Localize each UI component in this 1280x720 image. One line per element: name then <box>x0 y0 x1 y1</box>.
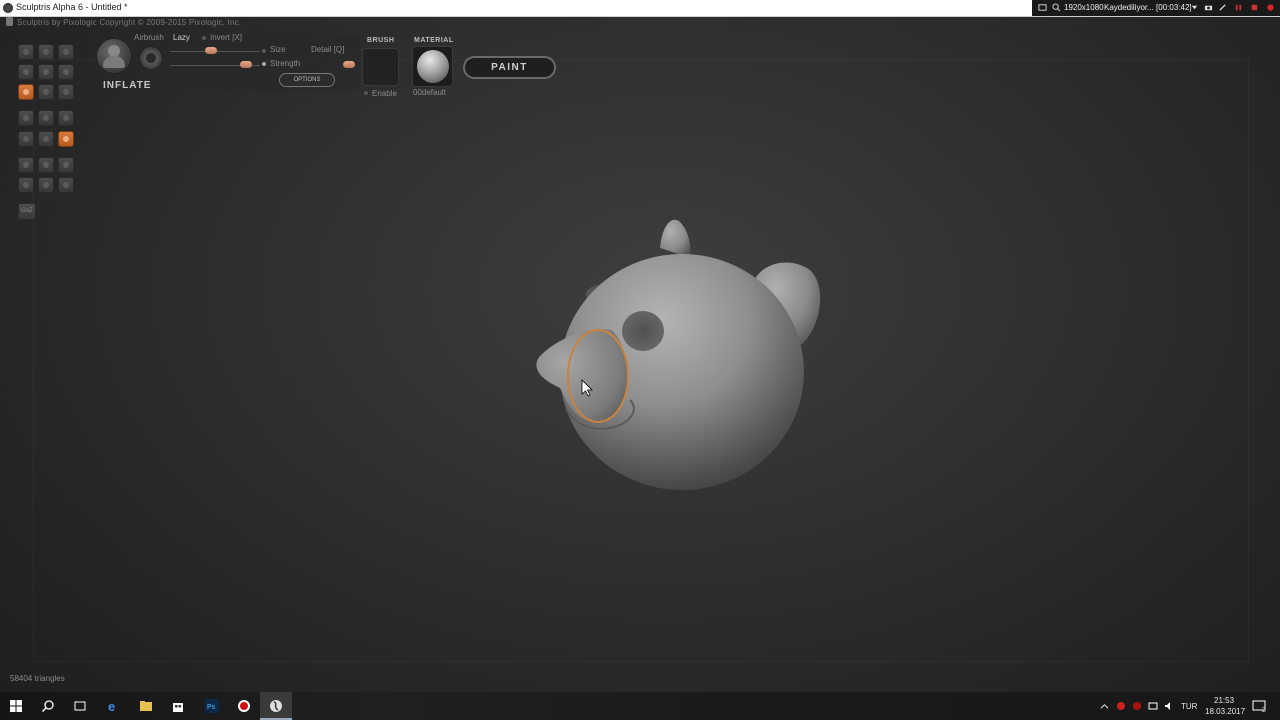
volume-icon[interactable] <box>1164 701 1174 711</box>
airbrush-toggle[interactable]: Airbrush <box>134 33 164 42</box>
draw-tool-icon[interactable] <box>18 44 34 60</box>
detail-label: Detail [Q] <box>311 45 345 54</box>
active-tool-name: INFLATE <box>103 80 152 91</box>
paint-button[interactable]: PAINT <box>463 56 556 79</box>
invert-label: Invert [X] <box>210 33 243 42</box>
smooth-tool-icon[interactable] <box>38 64 54 80</box>
edge-browser-icon: e <box>108 699 115 713</box>
brush-preview-avatar[interactable] <box>96 38 132 74</box>
plane-icon[interactable] <box>38 157 54 173</box>
options-button[interactable]: OPTIONS <box>279 73 335 87</box>
photoshop-taskbar-button[interactable]: Ps <box>196 692 228 720</box>
symmetry-icon[interactable] <box>58 131 74 147</box>
task-view-button[interactable] <box>64 692 96 720</box>
brush-texture-slot[interactable] <box>362 48 399 86</box>
store-taskbar-button[interactable] <box>162 692 194 720</box>
notification-count: 2 <box>1262 707 1266 714</box>
edge-taskbar-button[interactable]: e <box>98 692 130 720</box>
strength-label: Strength <box>270 59 301 68</box>
3d-viewport[interactable] <box>0 0 1280 720</box>
windows-logo-icon <box>10 700 22 712</box>
material-name: 00default <box>413 88 446 97</box>
subdivide-icon[interactable] <box>58 110 74 126</box>
windows-taskbar: e Ps TUR 21:53 18.03.2017 2 <box>0 692 1280 720</box>
enable-checkbox[interactable] <box>364 91 368 95</box>
tray-record-icon[interactable] <box>1116 701 1126 711</box>
file-explorer-taskbar-button[interactable] <box>130 692 162 720</box>
strength-radio[interactable] <box>262 62 266 66</box>
clock-time[interactable]: 21:53 <box>1214 696 1234 705</box>
invert-checkbox[interactable] <box>202 36 206 40</box>
chevron-up-icon[interactable] <box>1100 702 1109 711</box>
record-app-icon <box>238 700 250 712</box>
triangle-count: 58404 triangles <box>10 674 65 683</box>
detail-slider-knob[interactable] <box>343 61 355 68</box>
reduce-brush-icon[interactable] <box>18 110 34 126</box>
material-header: MATERIAL <box>414 37 454 44</box>
clock-date[interactable]: 18.03.2017 <box>1205 707 1245 716</box>
material-sphere-icon <box>417 50 449 83</box>
store-bag-icon <box>173 703 183 712</box>
start-button[interactable] <box>0 692 32 720</box>
photoshop-icon: Ps <box>205 699 219 713</box>
network-icon[interactable] <box>1148 701 1158 711</box>
sculpted-head-model[interactable] <box>536 219 821 490</box>
recorder-taskbar-button[interactable] <box>228 692 260 720</box>
svg-text:Ps: Ps <box>207 704 216 711</box>
search-icon <box>41 700 54 713</box>
folder-icon <box>140 701 152 711</box>
svg-text:e: e <box>108 699 115 713</box>
material-slot[interactable] <box>412 46 453 87</box>
size-slider-knob[interactable] <box>205 47 217 54</box>
enable-label: Enable <box>372 89 397 98</box>
lazy-toggle[interactable]: Lazy <box>173 33 190 42</box>
goz-button[interactable]: GoZ <box>18 203 36 220</box>
language-indicator[interactable]: TUR <box>1181 702 1197 711</box>
open-icon[interactable] <box>58 177 74 193</box>
reduce-selected-icon[interactable] <box>38 110 54 126</box>
inflate-tool-icon[interactable] <box>18 84 34 100</box>
wireframe-icon[interactable] <box>18 131 34 147</box>
brush-falloff-ring-icon[interactable] <box>139 46 163 70</box>
task-view-icon <box>74 701 86 711</box>
mask-icon[interactable] <box>58 157 74 173</box>
scale-tool-icon[interactable] <box>58 84 74 100</box>
pinch-tool-icon[interactable] <box>38 84 54 100</box>
size-label: Size <box>270 45 286 54</box>
sphere-icon[interactable] <box>18 157 34 173</box>
mirror-icon[interactable] <box>38 131 54 147</box>
crease-tool-icon[interactable] <box>58 44 74 60</box>
save-icon[interactable] <box>38 177 54 193</box>
sculptris-taskbar-button[interactable] <box>260 692 292 720</box>
brush-header: BRUSH <box>367 37 395 44</box>
search-button[interactable] <box>32 692 64 720</box>
grab-tool-icon[interactable] <box>58 64 74 80</box>
strength-slider-knob[interactable] <box>240 61 252 68</box>
size-radio[interactable] <box>262 49 266 53</box>
rotate-tool-icon[interactable] <box>38 44 54 60</box>
hide-icon[interactable] <box>18 177 34 193</box>
sculptris-app-icon <box>270 700 282 712</box>
tray-app-icon[interactable] <box>1132 701 1142 711</box>
flatten-tool-icon[interactable] <box>18 64 34 80</box>
